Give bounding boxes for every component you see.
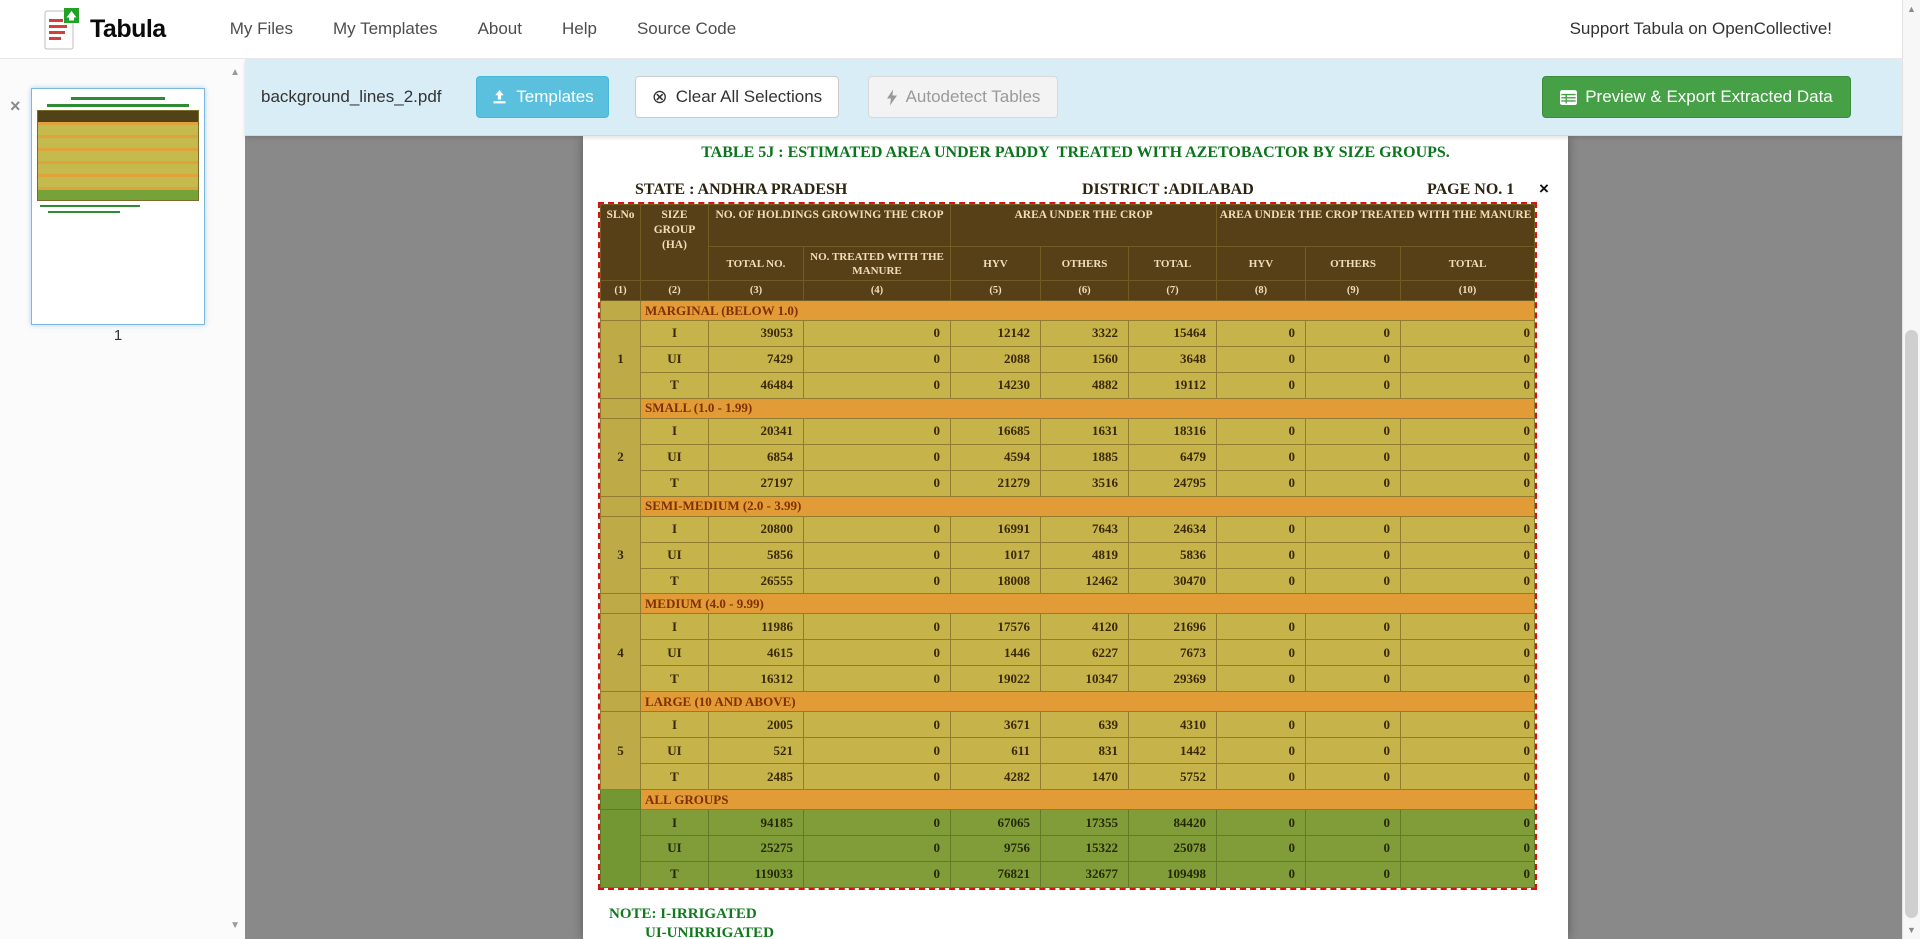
- thumb-stripe: [38, 125, 198, 135]
- menu-about[interactable]: About: [478, 19, 522, 39]
- clear-selections-button[interactable]: ⊗ Clear All Selections: [635, 76, 839, 118]
- thumb-stripe: [38, 164, 198, 174]
- sidebar-scroll-down-icon[interactable]: ▼: [230, 920, 240, 931]
- scroll-down-icon[interactable]: ▼: [1903, 925, 1920, 935]
- window-scrollbar[interactable]: ▲ ▼: [1902, 0, 1920, 939]
- main-menu: My Files My Templates About Help Source …: [230, 19, 736, 39]
- clear-selections-label: Clear All Selections: [676, 87, 822, 107]
- scroll-up-icon[interactable]: ▲: [1903, 4, 1920, 14]
- menu-my-templates[interactable]: My Templates: [333, 19, 438, 39]
- table-icon: [1560, 90, 1577, 105]
- export-button[interactable]: Preview & Export Extracted Data: [1542, 76, 1851, 118]
- document-state: STATE : ANDHRA PRADESH: [635, 181, 847, 199]
- export-button-label: Preview & Export Extracted Data: [1585, 87, 1833, 107]
- note-line-2: UI-UNIRRIGATED: [645, 925, 774, 939]
- brand[interactable]: Tabula: [44, 7, 166, 51]
- sidebar-scroll-up-icon[interactable]: ▲: [230, 67, 240, 78]
- thumbnail-page-number: 1: [31, 327, 205, 344]
- toolbar: background_lines_2.pdf Templates ⊗ Clear…: [245, 59, 1920, 136]
- templates-button-label: Templates: [516, 87, 593, 107]
- support-link[interactable]: Support Tabula on OpenCollective!: [1570, 19, 1832, 39]
- thumb-stripe: [38, 151, 198, 161]
- bolt-icon: [886, 89, 898, 106]
- selection-close-icon[interactable]: ×: [1539, 180, 1549, 197]
- templates-button[interactable]: Templates: [476, 76, 609, 118]
- thumb-stripe: [38, 138, 198, 148]
- sidebar: × ▲ 1 ▼: [0, 59, 245, 939]
- thumb-stripe: [38, 111, 198, 122]
- note-line-1: NOTE: I-IRRIGATED: [609, 906, 757, 923]
- pdf-page[interactable]: TABLE 5J : ESTIMATED AREA UNDER PADDY TR…: [583, 136, 1568, 939]
- brand-text: Tabula: [90, 15, 166, 44]
- thumb-stripe: [38, 177, 198, 187]
- menu-help[interactable]: Help: [562, 19, 597, 39]
- document-page-no: PAGE NO. 1: [1427, 181, 1514, 199]
- workspace: TABLE 5J : ESTIMATED AREA UNDER PADDY TR…: [245, 136, 1902, 939]
- autodetect-tables-button[interactable]: Autodetect Tables: [868, 76, 1058, 118]
- thumbnail-table-preview: [37, 110, 199, 201]
- tabula-app: Tabula My Files My Templates About Help …: [0, 0, 1920, 939]
- filename: background_lines_2.pdf: [261, 87, 442, 107]
- menu-my-files[interactable]: My Files: [230, 19, 293, 39]
- thumb-note-line: [40, 205, 140, 207]
- page-thumbnail[interactable]: [31, 88, 205, 325]
- autodetect-label: Autodetect Tables: [906, 87, 1041, 107]
- tabula-logo-icon: [44, 7, 80, 51]
- document-district: DISTRICT :ADILABAD: [1082, 181, 1254, 199]
- thumb-title-line: [71, 97, 166, 100]
- thumb-note-line: [48, 211, 120, 213]
- upload-icon: [491, 89, 508, 105]
- thumb-title-line: [47, 104, 188, 107]
- scrollbar-thumb[interactable]: [1905, 330, 1918, 918]
- navbar: Tabula My Files My Templates About Help …: [0, 0, 1920, 59]
- thumb-stripe: [38, 190, 198, 200]
- document-meta: STATE : ANDHRA PRADESH DISTRICT :ADILABA…: [583, 181, 1568, 201]
- selection-box[interactable]: [598, 202, 1537, 890]
- clear-icon: ⊗: [652, 88, 668, 107]
- document-title: TABLE 5J : ESTIMATED AREA UNDER PADDY TR…: [583, 144, 1568, 162]
- thumbnail-close-icon[interactable]: ×: [10, 97, 21, 115]
- menu-source-code[interactable]: Source Code: [637, 19, 736, 39]
